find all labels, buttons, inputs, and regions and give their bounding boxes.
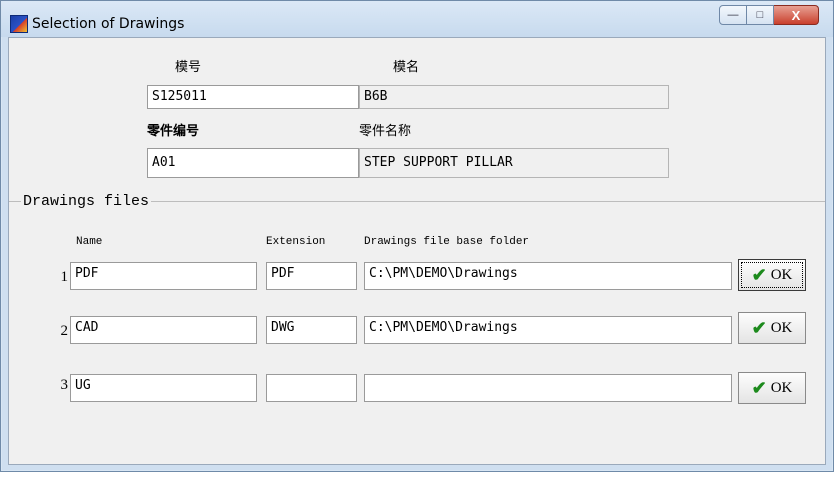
ok-button[interactable]: ✔ OK (738, 259, 806, 291)
model-name-field: B6B (359, 85, 669, 109)
check-icon: ✔ (751, 378, 767, 398)
model-name-label: 模名 (393, 60, 420, 75)
column-header-folder: Drawings file base folder (364, 236, 530, 248)
dialog-window: Selection of Drawings — □ X 模号 S125011 模… (0, 0, 834, 472)
row-name-field[interactable]: PDF (70, 262, 257, 290)
ok-button-label: OK (770, 319, 793, 336)
column-header-name: Name (76, 236, 103, 248)
model-no-field[interactable]: S125011 (147, 85, 359, 109)
part-name-label: 零件名称 (359, 124, 412, 139)
ok-button[interactable]: ✔ OK (738, 312, 806, 344)
dialog-client-area: 模号 S125011 模名 B6B 零件编号 A01 零件名称 STEP SUP… (8, 37, 826, 465)
maximize-icon: □ (756, 9, 764, 21)
title-bar[interactable]: Selection of Drawings — □ X (1, 1, 833, 37)
row-folder-field[interactable]: C:\PM\DEMO\Drawings (364, 316, 732, 344)
row-number: 2 (60, 323, 69, 339)
row-number: 3 (60, 377, 69, 393)
check-icon: ✔ (751, 318, 767, 338)
window-controls: — □ X (719, 5, 819, 25)
minimize-button[interactable]: — (719, 5, 747, 25)
ok-button-label: OK (770, 379, 793, 396)
row-extension-field[interactable]: PDF (266, 262, 357, 290)
row-extension-field[interactable] (266, 374, 357, 402)
row-folder-field[interactable]: C:\PM\DEMO\Drawings (364, 262, 732, 290)
app-icon (10, 15, 28, 33)
maximize-button[interactable]: □ (747, 5, 774, 25)
close-icon: X (791, 7, 801, 23)
row-number: 1 (60, 269, 69, 285)
row-name-field[interactable]: UG (70, 374, 257, 402)
row-extension-field[interactable]: DWG (266, 316, 357, 344)
window-title: Selection of Drawings (32, 16, 185, 32)
check-icon: ✔ (751, 265, 767, 285)
part-name-field: STEP SUPPORT PILLAR (359, 148, 669, 178)
minimize-icon: — (727, 9, 739, 21)
ok-button-label: OK (770, 266, 793, 283)
model-no-label: 模号 (175, 60, 202, 75)
ok-button[interactable]: ✔ OK (738, 372, 806, 404)
close-button[interactable]: X (774, 5, 819, 25)
part-no-field[interactable]: A01 (147, 148, 359, 178)
row-folder-field[interactable] (364, 374, 732, 402)
part-no-label: 零件编号 (147, 124, 200, 139)
column-header-extension: Extension (266, 236, 326, 248)
row-name-field[interactable]: CAD (70, 316, 257, 344)
drawings-group-title: Drawings files (21, 193, 152, 210)
